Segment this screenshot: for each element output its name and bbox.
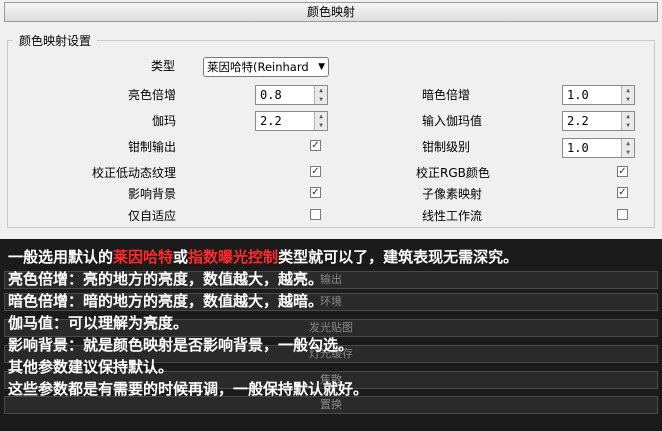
correct-rgb-label: 校正RGB颜色 (416, 166, 490, 180)
adaptation-only-checkbox[interactable] (310, 209, 321, 220)
bright-mult-spinner[interactable]: 0.8 ▲ ▼ (255, 85, 328, 105)
note-line-5: 影响背景：就是颜色映射是否影响背景，一般勾选。 (8, 336, 354, 354)
note-line-1: 一般选用默认的莱因哈特或指数曝光控制类型就可以了，建筑表现无需深究。 (8, 248, 519, 266)
note-line-4: 伽马值：可以理解为亮度。 (8, 314, 189, 332)
input-gamma-spinner[interactable]: 2.2 ▲ ▼ (562, 111, 635, 131)
type-label: 类型 (151, 59, 176, 73)
spinner-arrows-icon[interactable]: ▲ ▼ (621, 112, 634, 130)
type-value: 莱因哈特(Reinhard (207, 60, 309, 74)
clamp-level-value: 1.0 (567, 141, 589, 155)
input-gamma-value: 2.2 (567, 114, 589, 128)
dark-mult-label: 暗色倍增 (422, 88, 471, 102)
clamp-output-label: 钳制输出 (128, 140, 177, 154)
color-mapping-group (7, 40, 655, 228)
bright-mult-value: 0.8 (260, 88, 282, 102)
note-line-7: 这些参数都是有需要的时候再调，一般保持默认就好。 (8, 380, 369, 398)
subpixel-label: 子像素映射 (422, 187, 483, 201)
subpixel-checkbox[interactable]: ✓ (617, 187, 628, 198)
linear-workflow-label: 线性工作流 (422, 209, 483, 223)
clamp-level-spinner[interactable]: 1.0 ▲ ▼ (562, 138, 635, 158)
spinner-arrows-icon[interactable]: ▲ ▼ (314, 86, 327, 104)
group-title: 颜色映射设置 (13, 32, 98, 49)
rollout-header-color-mapping[interactable]: 颜色映射 (4, 2, 658, 22)
spinner-arrows-icon[interactable]: ▲ ▼ (621, 139, 634, 157)
clamp-output-checkbox[interactable]: ✓ (310, 140, 321, 151)
adaptation-only-label: 仅自适应 (128, 209, 177, 223)
dark-mult-spinner[interactable]: 1.0 ▲ ▼ (562, 85, 635, 105)
spinner-arrows-icon[interactable]: ▲ ▼ (314, 112, 327, 130)
annotation-overlay: 输出 环境 发光贴图 灯光缓存 焦散 置换 一般选用默认的莱因哈特或指数曝光控制… (0, 239, 662, 431)
linear-workflow-checkbox[interactable] (617, 209, 628, 220)
note-line-2: 亮色倍增：亮的地方的亮度，数值越大，越亮。 (8, 270, 324, 288)
clamp-level-label: 钳制级别 (422, 140, 471, 154)
note-line-3: 暗色倍增：暗的地方的亮度，数值越大，越暗。 (8, 292, 324, 310)
chevron-down-icon: ▼ (318, 62, 325, 72)
bright-mult-label: 亮色倍增 (128, 88, 177, 102)
dark-mult-value: 1.0 (567, 88, 589, 102)
correct-ldr-label: 校正低动态纹理 (92, 166, 177, 180)
type-dropdown[interactable]: 莱因哈特(Reinhard ▼ (203, 57, 329, 77)
gamma-value: 2.2 (260, 114, 282, 128)
gamma-spinner[interactable]: 2.2 ▲ ▼ (255, 111, 328, 131)
affect-bg-checkbox[interactable]: ✓ (310, 187, 321, 198)
correct-rgb-checkbox[interactable]: ✓ (617, 166, 628, 177)
affect-bg-label: 影响背景 (128, 187, 177, 201)
input-gamma-label: 输入伽玛值 (422, 114, 483, 128)
note-line-6: 其他参数建议保持默认。 (8, 358, 174, 376)
correct-ldr-checkbox[interactable]: ✓ (310, 166, 321, 177)
spinner-arrows-icon[interactable]: ▲ ▼ (621, 86, 634, 104)
gamma-label: 伽玛 (152, 114, 177, 128)
